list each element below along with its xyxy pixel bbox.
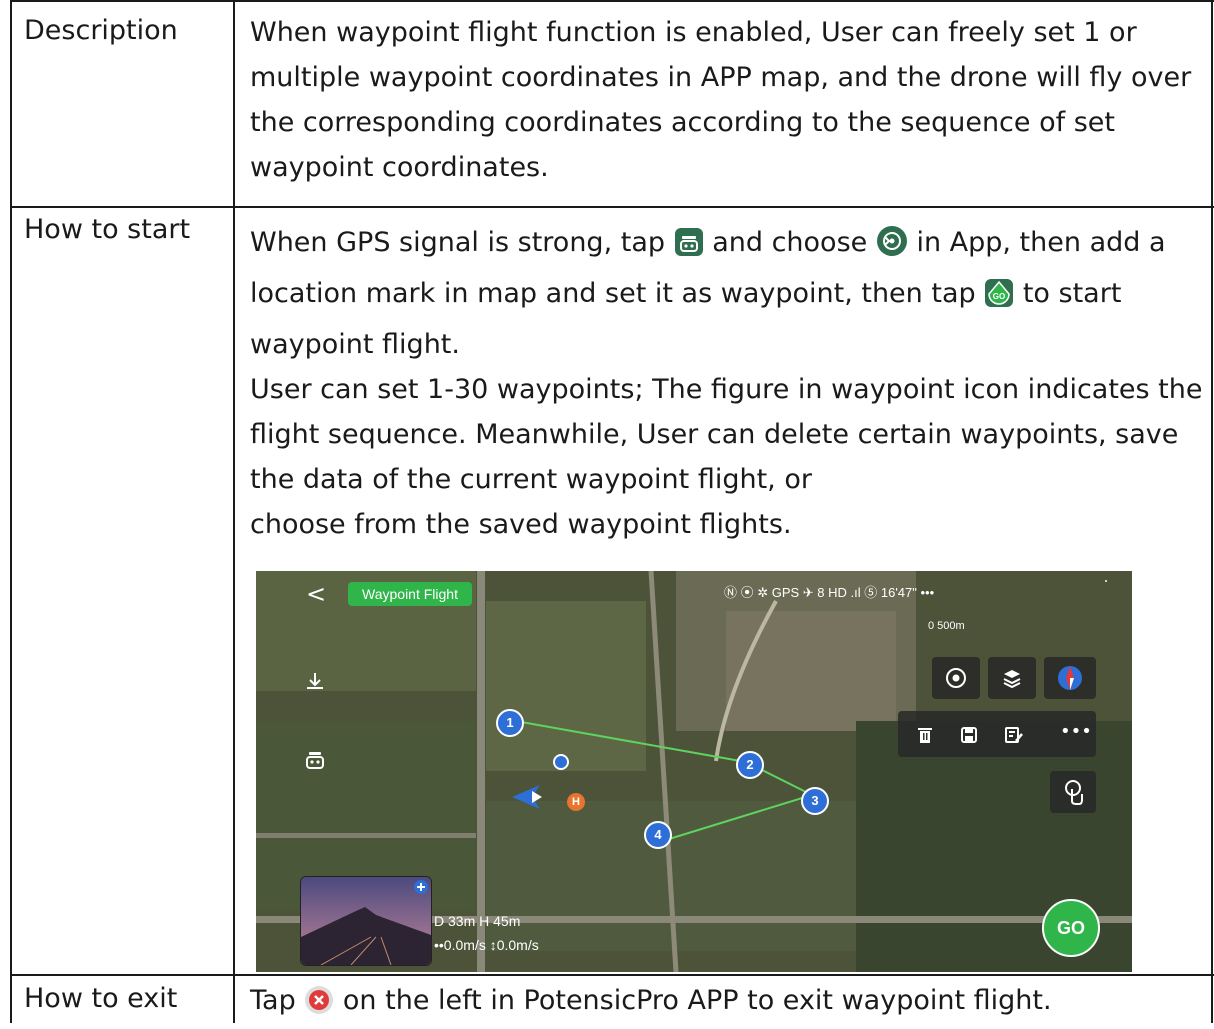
start-line: flight sequence. Meanwhile, User can del… [250,419,1179,450]
map-scale: 0 500m [928,620,965,632]
waypoint-marker[interactable]: 3 [801,787,829,815]
start-line: When GPS signal is strong, tap and choos… [250,220,1205,271]
table-column-divider [233,0,235,1023]
app-screenshot: < Waypoint Flight Ⓝ ⦿ ✲ GPS ✈ 8 HD .ıl ⑤… [256,571,1132,972]
row-divider-2 [10,974,1214,976]
start-line: waypoint flight. [250,329,460,360]
waypoint-mode-icon [876,225,908,271]
how-to-exit-text: Tap on the left in PotensicPro APP to ex… [250,978,1205,1029]
delete-icon[interactable] [916,726,934,744]
edit-list-icon[interactable] [1004,726,1024,744]
description-line: waypoint coordinates. [250,152,549,183]
hand-touch-icon [1065,780,1083,805]
start-line: location mark in map and set it as waypo… [250,271,1205,322]
waypoint-marker[interactable]: 4 [644,821,672,849]
how-to-start-text: When GPS signal is strong, tap and choos… [250,220,1205,547]
locate-button[interactable] [932,657,980,699]
mode-label: Waypoint Flight [348,582,472,606]
target-icon [946,668,966,688]
exit-line: Tap on the left in PotensicPro APP to ex… [250,978,1205,1029]
drone-icon[interactable] [304,749,326,771]
start-line-part: to start [1022,278,1122,309]
start-line: choose from the saved waypoint flights. [250,509,792,540]
exit-line-part: Tap [250,985,296,1016]
toolbar-more-icon[interactable]: ••• [1060,721,1092,742]
aircraft-heading-icon [510,783,546,811]
save-icon[interactable] [960,726,978,744]
description-line: multiple waypoint coordinates in APP map… [250,62,1192,93]
exit-icon [304,984,334,1029]
exit-line-part: on the left in PotensicPro APP to exit w… [342,985,1052,1016]
drone-position-icon [553,754,569,770]
compass-icon [1058,666,1082,690]
back-button[interactable]: < [306,579,326,609]
description-line: the corresponding coordinates according … [250,107,1115,138]
go-icon-label: GO [993,292,1005,301]
waypoint-marker[interactable]: 1 [496,709,524,737]
compass-button[interactable] [1044,657,1096,699]
description-line: When waypoint flight function is enabled… [250,17,1137,48]
download-icon[interactable] [304,671,326,693]
start-line-part: When GPS signal is strong, tap [250,227,666,258]
layers-icon [1003,670,1021,689]
start-line-part: and choose [712,227,868,258]
row-label-how-to-exit: How to exit [24,983,178,1014]
start-line: the data of the current waypoint flight,… [250,464,812,495]
status-bar: Ⓝ ⦿ ✲ GPS ✈ 8 HD .ıl ⑤ 16'47" ••• [724,585,935,600]
row-label-description: Description [24,15,178,46]
start-line: User can set 1-30 waypoints; The figure … [250,374,1203,405]
table-border-right [1211,0,1213,1023]
waypoint-marker[interactable]: 2 [736,751,764,779]
layers-button[interactable] [988,657,1036,699]
description-text: When waypoint flight function is enabled… [250,10,1205,190]
go-start-icon: GO [984,277,1014,322]
go-button[interactable]: GO [1042,899,1100,957]
table-border-left [10,0,12,1023]
start-line-part: in App, then add a [916,227,1166,258]
drone-icon [674,226,704,271]
home-point-marker: H [567,793,585,811]
telemetry-speed: ••0.0m/s ↕0.0m/s [434,937,539,953]
row-label-how-to-start: How to start [24,214,191,245]
camera-preview[interactable] [300,876,432,966]
gesture-button[interactable] [1050,771,1096,813]
row-divider-1 [10,206,1214,208]
table-border-top [10,0,1214,2]
telemetry-distance-height: D 33m H 45m [434,913,521,929]
start-line-part: location mark in map and set it as waypo… [250,278,976,309]
